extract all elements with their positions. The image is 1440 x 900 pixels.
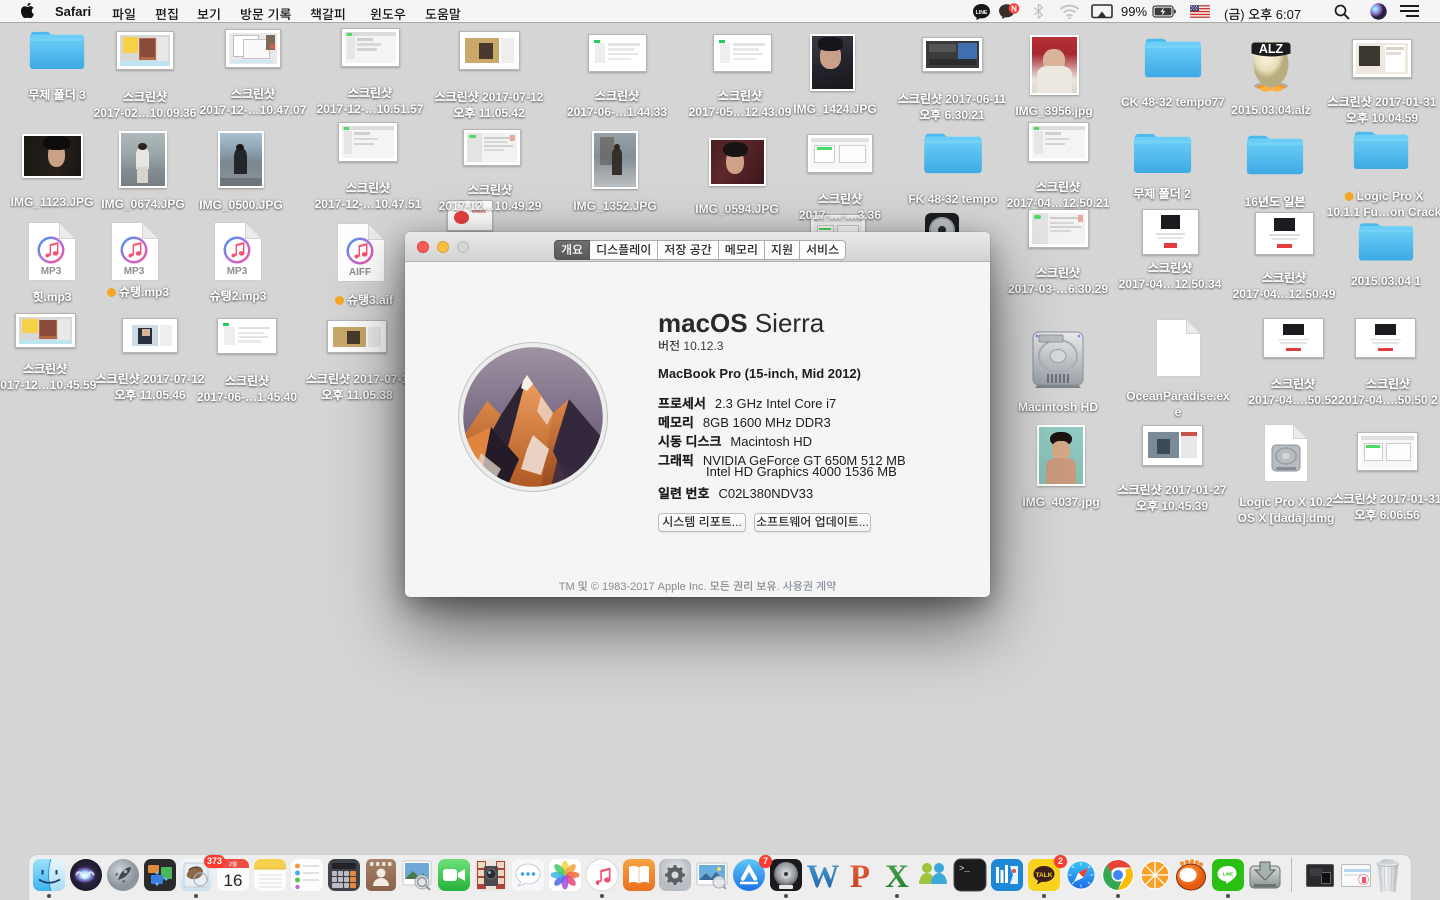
svg-text:AIFF: AIFF: [349, 267, 371, 278]
svg-text:LINE: LINE: [976, 10, 988, 16]
svg-text:P: P: [850, 859, 870, 892]
svg-text:LINE: LINE: [1223, 872, 1233, 877]
svg-text:TALK: TALK: [1036, 872, 1053, 879]
svg-text:>_: >_: [959, 864, 970, 874]
svg-text:MP3: MP3: [41, 266, 62, 277]
svg-text:MP3: MP3: [124, 266, 145, 277]
svg-text:X: X: [885, 859, 909, 892]
svg-text:N: N: [1011, 5, 1017, 14]
svg-text:MP3: MP3: [227, 266, 248, 277]
svg-text:W: W: [807, 859, 840, 892]
svg-text:ALZ: ALZ: [1259, 42, 1284, 56]
svg-text:16: 16: [224, 871, 243, 890]
svg-text:2월: 2월: [229, 861, 237, 868]
